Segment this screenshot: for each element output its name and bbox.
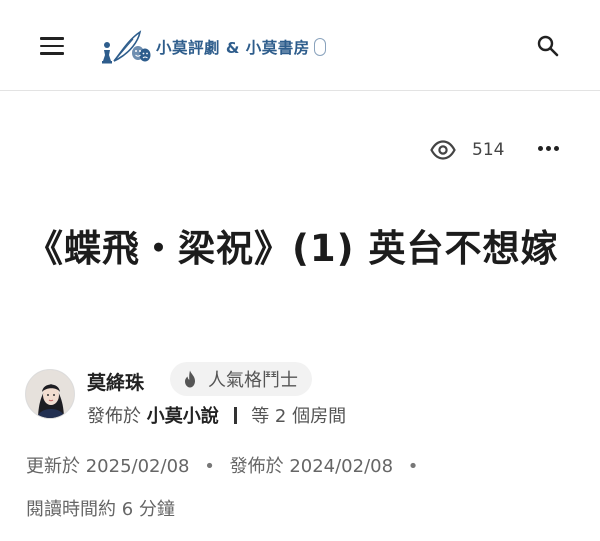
search-icon-graphic [537, 35, 559, 57]
avatar-portrait [26, 370, 74, 418]
meta-dot: • [204, 456, 215, 477]
separator-bar [234, 407, 238, 424]
author-avatar[interactable] [25, 369, 75, 419]
hamburger-menu-icon[interactable] [40, 36, 64, 56]
more-options-icon[interactable] [538, 142, 560, 156]
article-dates: 更新於 2025/02/08 • 發佈於 2024/02/08 • [26, 452, 427, 478]
published-date: 2024/02/08 [289, 456, 394, 477]
view-count: 514 [472, 140, 505, 160]
badge-label: 人氣格鬥士 [208, 370, 298, 391]
menu-bar-line [40, 44, 64, 47]
menu-bar-line [40, 52, 64, 55]
chess-mask-quill-logo-icon [102, 30, 151, 64]
reading-time: 閱讀時間約 6 分鐘 [26, 499, 175, 520]
updated-label: 更新於 [26, 456, 80, 477]
author-name[interactable]: 莫絳珠 [87, 368, 144, 395]
rooms-link[interactable]: 等 2 個房間 [251, 406, 346, 427]
published-label: 發佈於 [229, 456, 284, 477]
updated-date: 2025/02/08 [85, 456, 190, 477]
top-navigation-bar: 小莫評劇 & 小莫書房 [0, 0, 600, 91]
publication-line: 發佈於 小莫小說 等 2 個房間 [87, 402, 346, 428]
author-rank-badge: 人氣格鬥士 [170, 362, 312, 396]
article-stats-row: 514 [0, 136, 600, 166]
published-in-label: 發佈於 [87, 406, 141, 427]
article-title: 《蝶飛・梁祝》(1) 英台不想嫁 [26, 227, 559, 270]
publication-link[interactable]: 小莫小說 [147, 406, 219, 427]
site-logo[interactable]: 小莫評劇 & 小莫書房 [100, 28, 326, 66]
search-icon[interactable] [536, 34, 560, 58]
logo-seal-icon [313, 38, 326, 56]
site-name: 小莫評劇 & 小莫書房 [156, 39, 310, 57]
meta-dot: • [407, 456, 419, 477]
menu-bar-line [40, 37, 64, 40]
dot [554, 146, 559, 151]
fire-icon [185, 370, 195, 388]
dot [538, 146, 543, 151]
eye-icon [430, 140, 456, 160]
dot [546, 146, 551, 151]
